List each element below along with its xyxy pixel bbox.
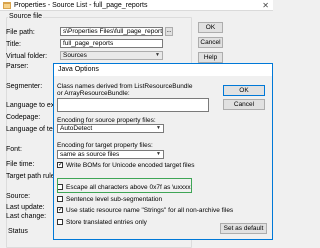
main-ok-button[interactable]: OK (198, 22, 223, 33)
virtual-folder-select[interactable]: Sources ▼ (60, 51, 163, 60)
file-path-label: File path: (6, 29, 35, 36)
dialog-ok-button[interactable]: OK (223, 85, 265, 96)
write-boms-label: Write BOMs for Unicode encoded target fi… (66, 162, 195, 169)
window-title-bar: Properties - Source List - full_page_rep… (0, 0, 273, 11)
close-icon[interactable]: ✕ (262, 1, 269, 10)
title-field[interactable]: full_page_reports (60, 39, 163, 48)
target-path-rule-label: Target path rule: (6, 173, 57, 180)
last-change-label: Last change: (6, 213, 47, 220)
browse-button[interactable]: ... (165, 27, 173, 36)
chevron-down-icon: ▼ (155, 52, 160, 58)
file-path-field[interactable]: s\Properties Files\full_page_reports.pro… (60, 27, 163, 36)
status-label: Status (8, 228, 28, 235)
store-translated-label: Store translated entries only (66, 219, 147, 226)
class-names-text-2: or ArrayResourceBundle: (57, 90, 130, 97)
class-names-text-1: Class names derived from ListResourceBun… (57, 83, 193, 90)
encoding-target-value: same as source files (60, 151, 120, 158)
static-resource-label: Use static resource name "Strings" for a… (66, 207, 234, 214)
source-file-group-label: Source file (8, 13, 44, 20)
java-options-dialog: Java Options Class names derived from Li… (53, 63, 273, 240)
class-names-field[interactable] (57, 98, 209, 112)
main-cancel-button[interactable]: Cancel (198, 37, 223, 48)
language-of-text-label: Language of text: (6, 126, 61, 133)
segmenter-label: Segmenter: (6, 83, 43, 90)
window-title: Properties - Source List - full_page_rep… (14, 1, 148, 9)
title-label: Title: (6, 41, 21, 48)
dialog-title: Java Options (54, 64, 272, 76)
source-label: Source: (6, 193, 31, 200)
parser-label: Parser: (6, 63, 29, 70)
virtual-folder-value: Sources (63, 52, 87, 59)
file-time-label: File time: (6, 161, 35, 168)
chevron-down-icon: ▼ (156, 125, 161, 131)
virtual-folder-label: Virtual folder: (6, 53, 48, 60)
set-default-button[interactable]: Set as default (220, 223, 267, 234)
encoding-source-label: Encoding for source property files: (57, 117, 156, 124)
font-label: Font: (6, 146, 22, 153)
last-update-label: Last update: (6, 204, 45, 211)
encoding-source-value: AutoDetect (60, 125, 93, 132)
escape-highlight-box (57, 178, 192, 193)
chevron-down-icon: ▼ (156, 151, 161, 157)
codepage-label: Codepage: (6, 114, 41, 121)
static-resource-checkbox[interactable]: ✓ (57, 207, 63, 213)
encoding-target-select[interactable]: same as source files ▼ (57, 150, 164, 159)
encoding-target-label: Encoding for target property files: (57, 142, 153, 149)
dialog-body: Class names derived from ListResourceBun… (54, 76, 272, 239)
sentence-checkbox[interactable] (57, 196, 63, 202)
encoding-source-select[interactable]: AutoDetect ▼ (57, 124, 164, 133)
sentence-label: Sentence level sub-segmentation (66, 196, 163, 203)
app-icon (3, 1, 11, 9)
write-boms-checkbox[interactable]: ✓ (57, 162, 63, 168)
main-help-button[interactable]: Help (198, 52, 223, 63)
dialog-cancel-button[interactable]: Cancel (223, 99, 265, 110)
store-translated-checkbox[interactable] (57, 219, 63, 225)
